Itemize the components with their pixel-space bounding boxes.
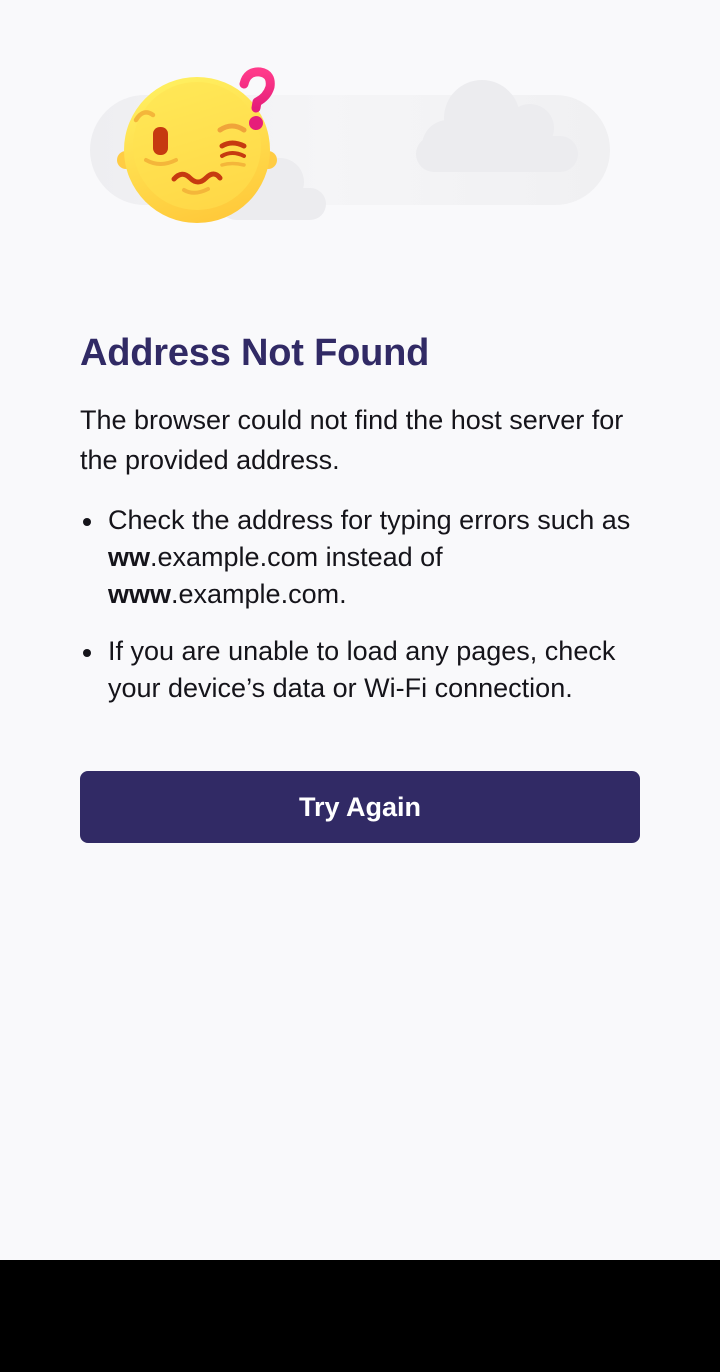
tip1-bold-www: www — [108, 579, 172, 609]
tip1-text-mid: .example.com instead of — [150, 542, 443, 572]
error-description: The browser could not find the host serv… — [80, 405, 624, 475]
error-page: Address Not Found The browser could not … — [0, 0, 720, 1260]
system-navigation-bar — [0, 1260, 720, 1372]
cloud-large-icon — [416, 80, 578, 172]
error-content: Address Not Found The browser could not … — [80, 330, 640, 727]
try-again-button[interactable]: Try Again — [80, 771, 640, 843]
tip-connection: If you are unable to load any pages, che… — [83, 633, 640, 707]
confused-face-illustration — [90, 67, 610, 223]
tips-list: Check the address for typing errors such… — [80, 502, 640, 707]
tip-typing-errors: Check the address for typing errors such… — [83, 502, 640, 613]
tip1-text-suffix: .example.com. — [171, 579, 347, 609]
page-title: Address Not Found — [80, 332, 430, 374]
tip1-bold-ww: ww — [108, 542, 151, 572]
tip1-text-prefix: Check the address for typing errors such… — [108, 505, 631, 535]
